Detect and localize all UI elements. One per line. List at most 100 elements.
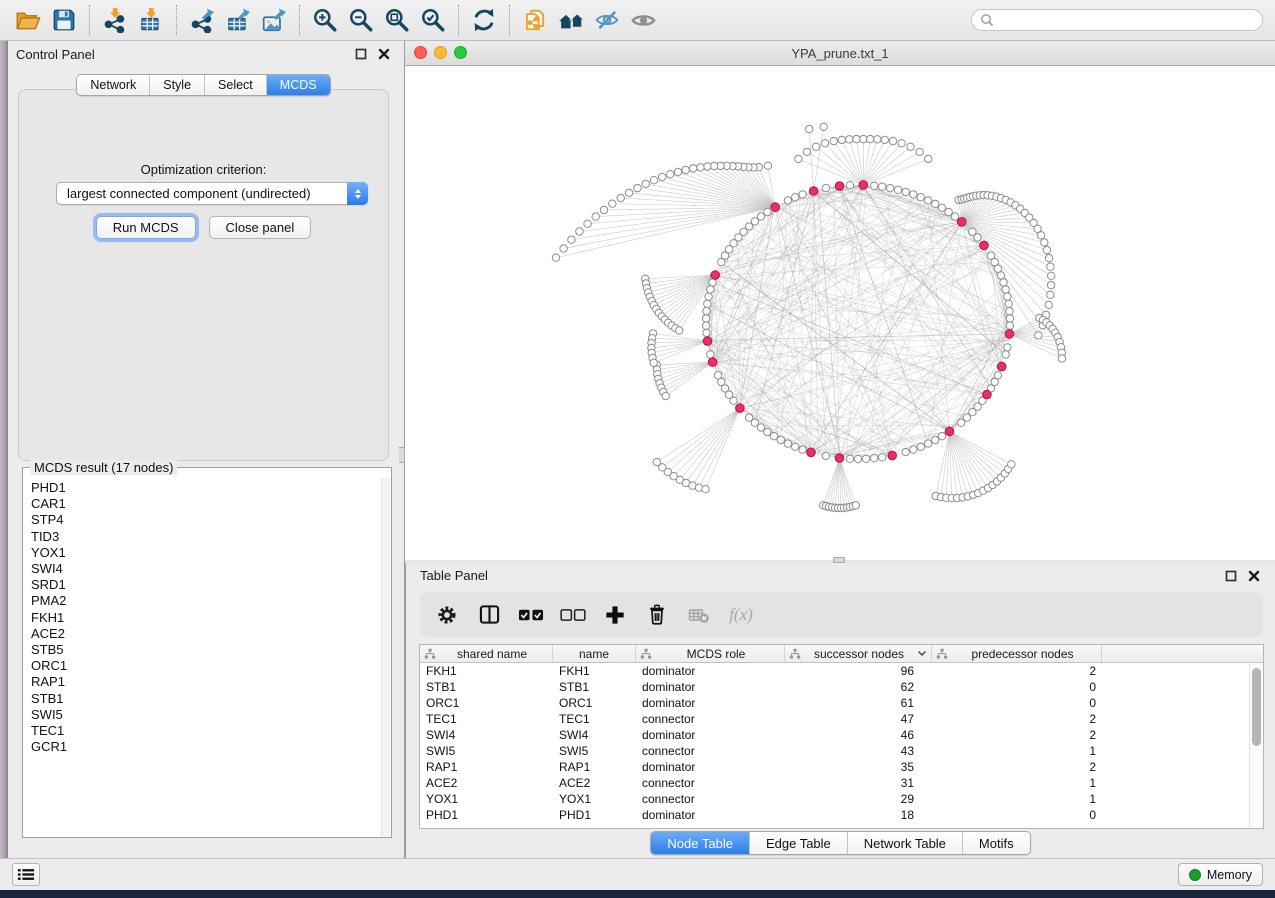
zoom-fit-button[interactable]: [379, 2, 415, 38]
zoom-selected-button[interactable]: [415, 2, 451, 38]
mcds-result-title: MCDS result (17 nodes): [30, 460, 177, 475]
float-table-panel-button[interactable]: [1224, 569, 1238, 583]
network-canvas[interactable]: [405, 66, 1275, 559]
optimization-criterion-select[interactable]: largest connected component (undirected): [56, 182, 368, 205]
memory-button[interactable]: Memory: [1178, 863, 1263, 886]
table-row[interactable]: TEC1TEC1connector472: [420, 712, 1249, 728]
table-row[interactable]: PHD1PHD1dominator180: [420, 808, 1249, 824]
tab-edge-table[interactable]: Edge Table: [749, 832, 847, 854]
zoom-in-button[interactable]: [307, 2, 343, 38]
float-window-icon: [355, 48, 367, 60]
float-window-icon: [1225, 570, 1237, 582]
mcds-result-item[interactable]: CAR1: [31, 496, 379, 512]
mcds-panel: Optimization criterion: largest connecte…: [18, 89, 389, 461]
mcds-result-item[interactable]: TEC1: [31, 723, 379, 739]
mcds-result-item[interactable]: GCR1: [31, 739, 379, 755]
cell-successor-nodes: 35: [785, 760, 932, 776]
add-column-button[interactable]: [594, 595, 636, 635]
export-network-icon: [189, 7, 215, 33]
column-header-successor-nodes[interactable]: successor nodes: [785, 645, 932, 662]
run-mcds-button[interactable]: Run MCDS: [96, 216, 196, 239]
table-row[interactable]: FKH1FKH1dominator962: [420, 664, 1249, 680]
refresh-button[interactable]: [466, 2, 502, 38]
table-tabs: Node TableEdge TableNetwork TableMotifs: [406, 831, 1275, 855]
clone-network-button[interactable]: [517, 2, 553, 38]
zoom-out-button[interactable]: [343, 2, 379, 38]
window-maximize-traffic-button[interactable]: [454, 46, 467, 59]
column-label: MCDS role: [652, 647, 780, 661]
mcds-result-item[interactable]: STP4: [31, 512, 379, 528]
show-task-history-button[interactable]: [12, 863, 40, 886]
table-row[interactable]: RAP1RAP1dominator352: [420, 760, 1249, 776]
table-row[interactable]: SWI5SWI5connector431: [420, 744, 1249, 760]
import-network-icon: [102, 7, 128, 33]
mcds-result-item[interactable]: SWI4: [31, 561, 379, 577]
import-table-button[interactable]: [133, 2, 169, 38]
window-minimize-traffic-button[interactable]: [434, 46, 447, 59]
tab-select[interactable]: Select: [204, 75, 266, 95]
split-columns-button[interactable]: [468, 595, 510, 635]
close-icon: [1248, 570, 1260, 582]
show-panel-button[interactable]: [625, 2, 661, 38]
mcds-result-item[interactable]: YOX1: [31, 545, 379, 561]
window-close-traffic-button[interactable]: [414, 46, 427, 59]
table-row[interactable]: SWI4SWI4dominator462: [420, 728, 1249, 744]
mcds-result-item[interactable]: SWI5: [31, 707, 379, 723]
table-scrollbar[interactable]: [1249, 664, 1263, 828]
mcds-result-item[interactable]: STB5: [31, 642, 379, 658]
open-file-button[interactable]: [10, 2, 46, 38]
gear-button[interactable]: [426, 595, 468, 635]
cell-shared-name: ORC1: [420, 696, 553, 712]
control-panel-tabs: NetworkStyleSelectMCDS: [8, 74, 399, 96]
mcds-result-list[interactable]: PHD1CAR1STP4TID3YOX1SWI4SRD1PMA2FKH1ACE2…: [31, 480, 379, 835]
mcds-result-item[interactable]: SRD1: [31, 577, 379, 593]
mcds-result-item[interactable]: PHD1: [31, 480, 379, 496]
zoom-fit-icon: [384, 7, 410, 33]
close-panel-action-button[interactable]: Close panel: [209, 216, 312, 239]
column-header-predecessor-nodes[interactable]: predecessor nodes: [932, 645, 1102, 662]
export-network-button[interactable]: [184, 2, 220, 38]
column-header-MCDS-role[interactable]: MCDS role: [636, 645, 785, 662]
mcds-result-item[interactable]: STB1: [31, 691, 379, 707]
mcds-result-item[interactable]: RAP1: [31, 674, 379, 690]
table-row[interactable]: YOX1YOX1connector291: [420, 792, 1249, 808]
close-panel-button[interactable]: [377, 47, 391, 61]
select-all-button[interactable]: [510, 595, 552, 635]
show-all-networks-button[interactable]: [553, 2, 589, 38]
export-image-button[interactable]: [256, 2, 292, 38]
deselect-all-button[interactable]: [552, 595, 594, 635]
tab-style[interactable]: Style: [149, 75, 204, 95]
tab-network[interactable]: Network: [77, 75, 149, 95]
cell-shared-name: ACE2: [420, 776, 553, 792]
tab-network-table[interactable]: Network Table: [847, 832, 962, 854]
mcds-result-item[interactable]: TID3: [31, 529, 379, 545]
show-all-networks-icon: [558, 7, 585, 34]
float-panel-button[interactable]: [354, 47, 368, 61]
hide-panel-button[interactable]: [589, 2, 625, 38]
mcds-result-item[interactable]: FKH1: [31, 610, 379, 626]
mcds-result-item[interactable]: PMA2: [31, 593, 379, 609]
column-header-shared-name[interactable]: shared name: [420, 645, 553, 662]
table-row[interactable]: ORC1ORC1dominator610: [420, 696, 1249, 712]
table-row[interactable]: STB1STB1dominator620: [420, 680, 1249, 696]
scrollbar-thumb[interactable]: [1252, 668, 1261, 746]
table-row[interactable]: ACE2ACE2connector311: [420, 776, 1249, 792]
save-session-button[interactable]: [46, 2, 82, 38]
search-input[interactable]: [971, 9, 1263, 31]
tab-mcds[interactable]: MCDS: [266, 75, 330, 95]
tab-motifs[interactable]: Motifs: [962, 832, 1030, 854]
delete-button[interactable]: [636, 595, 678, 635]
refresh-icon: [471, 7, 497, 33]
network-title: YPA_prune.txt_1: [791, 46, 888, 61]
tab-node-table[interactable]: Node Table: [651, 832, 749, 854]
cell-mcds-role: dominator: [636, 808, 785, 824]
export-table-button[interactable]: [220, 2, 256, 38]
result-list-scrollbar[interactable]: [381, 478, 390, 836]
toolbar-separator: [509, 5, 510, 35]
mcds-result-item[interactable]: ACE2: [31, 626, 379, 642]
column-header-name[interactable]: name: [553, 645, 636, 662]
close-table-panel-button[interactable]: [1247, 569, 1261, 583]
toolbar-separator: [89, 5, 90, 35]
mcds-result-item[interactable]: ORC1: [31, 658, 379, 674]
import-network-button[interactable]: [97, 2, 133, 38]
